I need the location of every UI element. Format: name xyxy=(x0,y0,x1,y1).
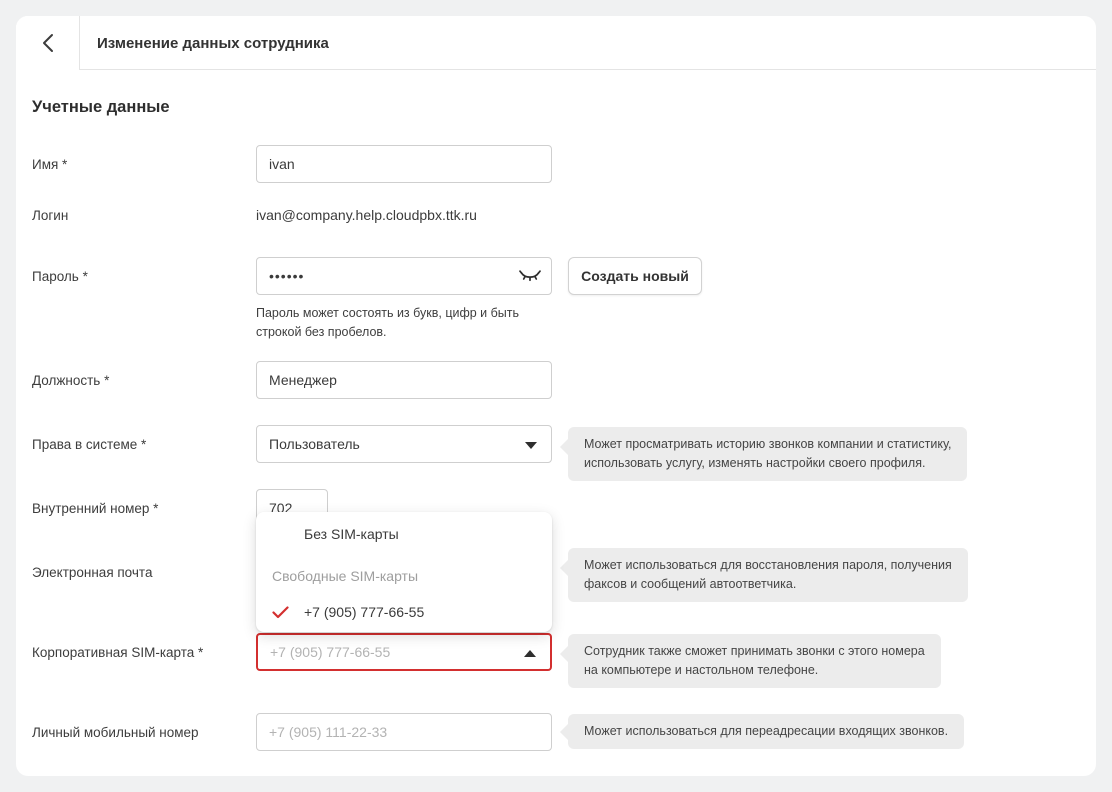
login-value: ivan@company.help.cloudpbx.ttk.ru xyxy=(256,204,477,226)
password-field-wrap xyxy=(256,257,552,295)
sim-select[interactable]: +7 (905) 777-66-55 xyxy=(256,633,552,671)
chevron-left-icon xyxy=(41,33,55,53)
password-input[interactable] xyxy=(256,257,552,295)
rights-label: Права в системе * xyxy=(32,425,247,463)
password-helper-text: Пароль может состоять из букв, цифр и бы… xyxy=(256,304,519,342)
sim-option-number[interactable]: +7 (905) 777-66-55 xyxy=(256,594,552,630)
position-input[interactable] xyxy=(256,361,552,399)
section-title: Учетные данные xyxy=(32,98,170,117)
email-label: Электронная почта xyxy=(32,553,247,591)
eye-closed-icon xyxy=(519,269,541,284)
caret-down-icon xyxy=(525,442,537,449)
rights-hint-bubble: Может просматривать историю звонков комп… xyxy=(568,427,967,481)
rights-selected-value: Пользователь xyxy=(269,436,360,452)
header-bar: Изменение данных сотрудника xyxy=(16,16,1096,70)
checkmark-icon xyxy=(272,606,289,619)
page-title: Изменение данных сотрудника xyxy=(97,16,329,70)
sim-group-label: Свободные SIM-карты xyxy=(256,566,552,586)
sim-label: Корпоративная SIM-карта * xyxy=(32,633,247,671)
personal-mobile-label: Личный мобильный номер xyxy=(32,713,247,751)
extension-label: Внутренний номер * xyxy=(32,489,247,527)
sim-option-number-label: +7 (905) 777-66-55 xyxy=(304,604,424,620)
email-hint-bubble: Может использоваться для восстановления … xyxy=(568,548,968,602)
personal-mobile-hint-bubble: Может использоваться для переадресации в… xyxy=(568,714,964,749)
password-visibility-toggle[interactable] xyxy=(518,265,542,287)
name-label: Имя * xyxy=(32,145,247,183)
login-label: Логин xyxy=(32,204,247,226)
personal-mobile-input[interactable] xyxy=(256,713,552,751)
create-new-password-button[interactable]: Создать новый xyxy=(568,257,702,295)
password-label: Пароль * xyxy=(32,257,247,295)
sim-dropdown-panel: Без SIM-карты Свободные SIM-карты +7 (90… xyxy=(256,512,552,632)
name-input[interactable] xyxy=(256,145,552,183)
position-label: Должность * xyxy=(32,361,247,399)
rights-select[interactable]: Пользователь xyxy=(256,425,552,463)
back-button[interactable] xyxy=(16,16,80,70)
sim-hint-bubble: Сотрудник также сможет принимать звонки … xyxy=(568,634,941,688)
sim-placeholder: +7 (905) 777-66-55 xyxy=(270,644,390,660)
caret-up-icon xyxy=(524,650,536,657)
sim-option-no-sim[interactable]: Без SIM-карты xyxy=(256,516,552,552)
employee-edit-card: Изменение данных сотрудника Учетные данн… xyxy=(16,16,1096,776)
